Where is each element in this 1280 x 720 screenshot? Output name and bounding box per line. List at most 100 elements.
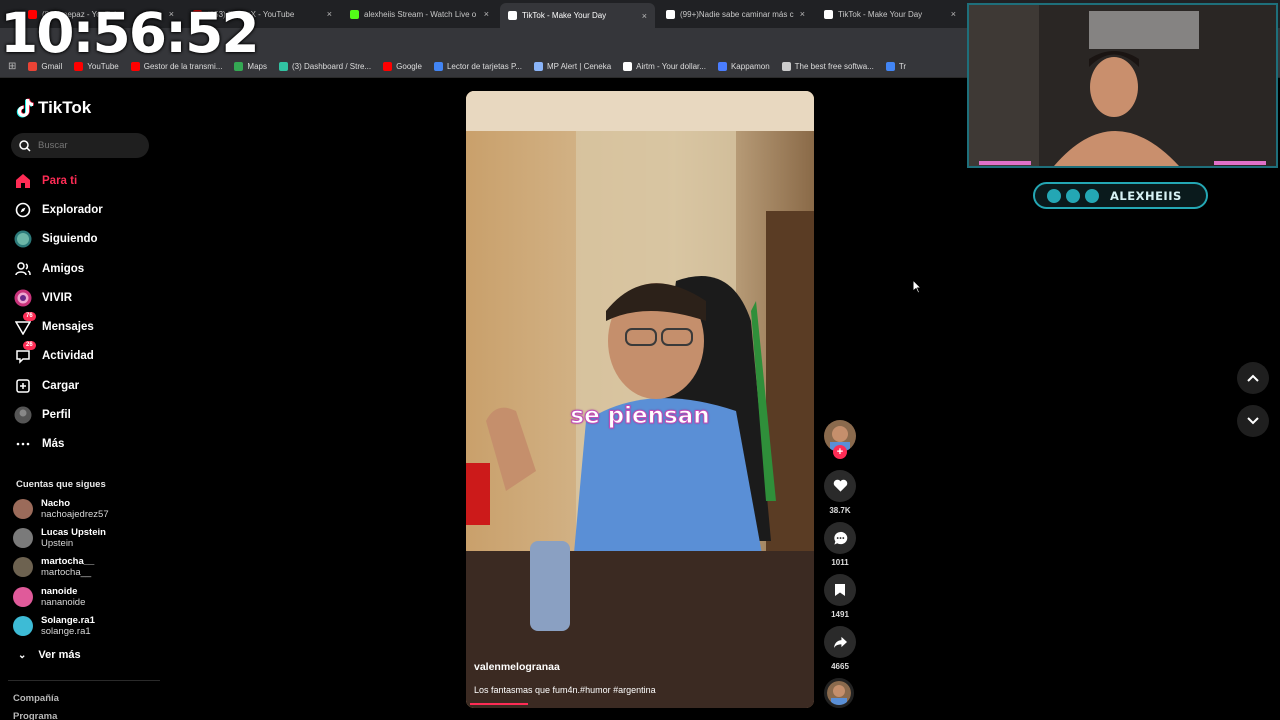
sidebar-item-friends[interactable]: Amigos bbox=[14, 258, 84, 280]
browser-tab-title: TikTok - Make Your Day bbox=[838, 9, 923, 19]
sidebar-item-compass[interactable]: Explorador bbox=[14, 199, 103, 221]
followed-account[interactable]: Solange.ra1 solange.ra1 bbox=[13, 615, 95, 637]
bookmark-label: Lector de tarjetas P... bbox=[446, 61, 522, 71]
footer-link-company[interactable]: Compañía bbox=[13, 693, 59, 704]
sidebar-item-label: Siguiendo bbox=[42, 233, 98, 245]
followed-account[interactable]: martocha__ martocha__ bbox=[13, 556, 94, 578]
sidebar-item-messages[interactable]: 76 Mensajes bbox=[14, 312, 94, 338]
sidebar-item-label: Perfil bbox=[42, 409, 71, 421]
like-button[interactable] bbox=[824, 470, 856, 502]
video-author-username[interactable]: valenmelogranaa bbox=[474, 661, 560, 673]
sidebar-item-label: Amigos bbox=[42, 263, 85, 275]
followed-account[interactable]: Nacho nachoajedrez57 bbox=[13, 498, 109, 520]
google-icon bbox=[433, 61, 443, 71]
browser-tab[interactable]: TikTok - Make Your Day × bbox=[500, 3, 655, 28]
webcam-feed-image bbox=[969, 5, 1276, 166]
previous-video-button[interactable] bbox=[1237, 362, 1269, 394]
follow-plus-button[interactable]: + bbox=[833, 445, 847, 459]
notification-badge: 26 bbox=[23, 341, 36, 350]
video-description: Los fantasmas que fum4n.#humor #argentin… bbox=[474, 685, 656, 695]
chevron-up-icon bbox=[1247, 374, 1259, 382]
sidebar-item-label: Más bbox=[42, 438, 65, 450]
sidebar-item-activity[interactable]: 26 Actividad bbox=[14, 341, 94, 367]
bookmark-item[interactable]: MP Alert | Ceneka bbox=[533, 61, 612, 71]
sidebar-item-label: Actividad bbox=[42, 350, 94, 362]
sidebar-item-label: VIVIR bbox=[42, 292, 73, 304]
bookmark-item[interactable]: (3) Dashboard / Stre... bbox=[278, 61, 371, 71]
tiktok-logo[interactable]: TikTok bbox=[16, 98, 91, 118]
bookmark-item[interactable]: Airtm - Your dollar... bbox=[623, 61, 706, 71]
close-tab-icon[interactable]: × bbox=[327, 9, 332, 19]
account-username: nachoajedrez57 bbox=[41, 509, 109, 520]
sidebar-item-more[interactable]: Más bbox=[14, 433, 64, 455]
kappamon-icon bbox=[781, 61, 791, 71]
bookmark-label: Tr bbox=[898, 61, 907, 71]
browser-tab[interactable]: (99+)Nadie sabe caminar más c × bbox=[658, 4, 813, 24]
bookmark-icon bbox=[835, 584, 845, 596]
browser-tab-title: (99+)Nadie sabe caminar más c bbox=[680, 9, 794, 19]
streamlabs-icon bbox=[278, 61, 288, 71]
bookmark-label: MP Alert | Ceneka bbox=[546, 61, 612, 71]
sidebar-divider bbox=[8, 680, 160, 681]
youtube-icon bbox=[1085, 188, 1099, 203]
stream-clock: 10:56:52 bbox=[0, 1, 260, 65]
sidebar-item-label: Cargar bbox=[42, 380, 80, 392]
save-button[interactable] bbox=[824, 574, 856, 606]
tiktok-icon bbox=[666, 9, 675, 19]
live-icon bbox=[14, 289, 32, 307]
bookmark-label: Airtm - Your dollar... bbox=[636, 61, 706, 71]
sidebar-item-home[interactable]: Para ti bbox=[14, 170, 77, 192]
sidebar-item-profile[interactable]: Perfil bbox=[14, 404, 71, 426]
kick-icon bbox=[350, 9, 359, 19]
bookmark-item[interactable]: The best free softwa... bbox=[781, 61, 874, 71]
followed-account[interactable]: nanoide nananoide bbox=[13, 586, 85, 608]
account-name: nanoide bbox=[41, 586, 78, 597]
airtm-icon bbox=[717, 61, 727, 71]
browser-tab-title: TikTok - Make Your Day bbox=[522, 11, 607, 20]
comment-icon bbox=[833, 531, 847, 545]
tiktok-icon bbox=[824, 9, 833, 19]
save-count: 1491 bbox=[831, 610, 849, 619]
see-more-label: Ver más bbox=[38, 649, 81, 661]
bookmark-item[interactable]: Google bbox=[383, 61, 422, 71]
tiktok-icon bbox=[16, 98, 34, 118]
account-username: martocha__ bbox=[41, 567, 92, 578]
sidebar-item-label: Para ti bbox=[42, 175, 78, 187]
footer-link-program[interactable]: Programa bbox=[13, 711, 57, 720]
video-overlay-caption: se piensan bbox=[570, 403, 710, 430]
search-box[interactable] bbox=[11, 133, 149, 158]
video-player[interactable]: se piensan valenmelogranaa Los fantasmas… bbox=[466, 91, 814, 708]
close-tab-icon[interactable]: × bbox=[800, 9, 805, 19]
like-count: 38.7K bbox=[829, 506, 851, 515]
search-input[interactable] bbox=[38, 140, 138, 151]
social-handles-banner: ALEXHEIIS bbox=[1033, 182, 1208, 209]
tiktok-icon bbox=[1047, 188, 1061, 203]
next-video-button[interactable] bbox=[1237, 405, 1269, 437]
bookmark-item[interactable]: Lector de tarjetas P... bbox=[433, 61, 522, 71]
close-tab-icon[interactable]: × bbox=[951, 9, 956, 19]
home-icon bbox=[14, 172, 32, 190]
account-name: Nacho bbox=[41, 498, 71, 509]
sidebar-item-live[interactable]: VIVIR bbox=[14, 287, 72, 309]
close-tab-icon[interactable]: × bbox=[484, 9, 489, 19]
avatar bbox=[13, 616, 33, 636]
bookmark-item[interactable]: Tr bbox=[885, 61, 907, 71]
music-disc-avatar[interactable] bbox=[824, 678, 854, 708]
video-progress-bar[interactable] bbox=[470, 703, 528, 705]
bookmark-item[interactable]: Kappamon bbox=[717, 61, 770, 71]
followed-account[interactable]: Lucas Upstein Upstein bbox=[13, 527, 106, 549]
account-name: Solange.ra1 bbox=[41, 615, 95, 626]
compass-icon bbox=[14, 201, 32, 219]
share-button[interactable] bbox=[824, 626, 856, 658]
social-handle-text: ALEXHEIIS bbox=[1110, 188, 1182, 203]
see-more-button[interactable]: ⌄ Ver más bbox=[18, 649, 81, 661]
account-username: Upstein bbox=[41, 538, 74, 549]
close-tab-icon[interactable]: × bbox=[642, 11, 647, 21]
browser-tab[interactable]: alexheiis Stream - Watch Live o × bbox=[342, 4, 497, 24]
chevron-down-icon bbox=[1247, 417, 1259, 425]
comment-button[interactable] bbox=[824, 522, 856, 554]
sidebar-item-upload[interactable]: Cargar bbox=[14, 375, 79, 397]
tiktok-icon bbox=[508, 11, 517, 20]
browser-tab[interactable]: TikTok - Make Your Day × bbox=[816, 4, 964, 24]
sidebar-item-following[interactable]: Siguiendo bbox=[14, 228, 98, 250]
